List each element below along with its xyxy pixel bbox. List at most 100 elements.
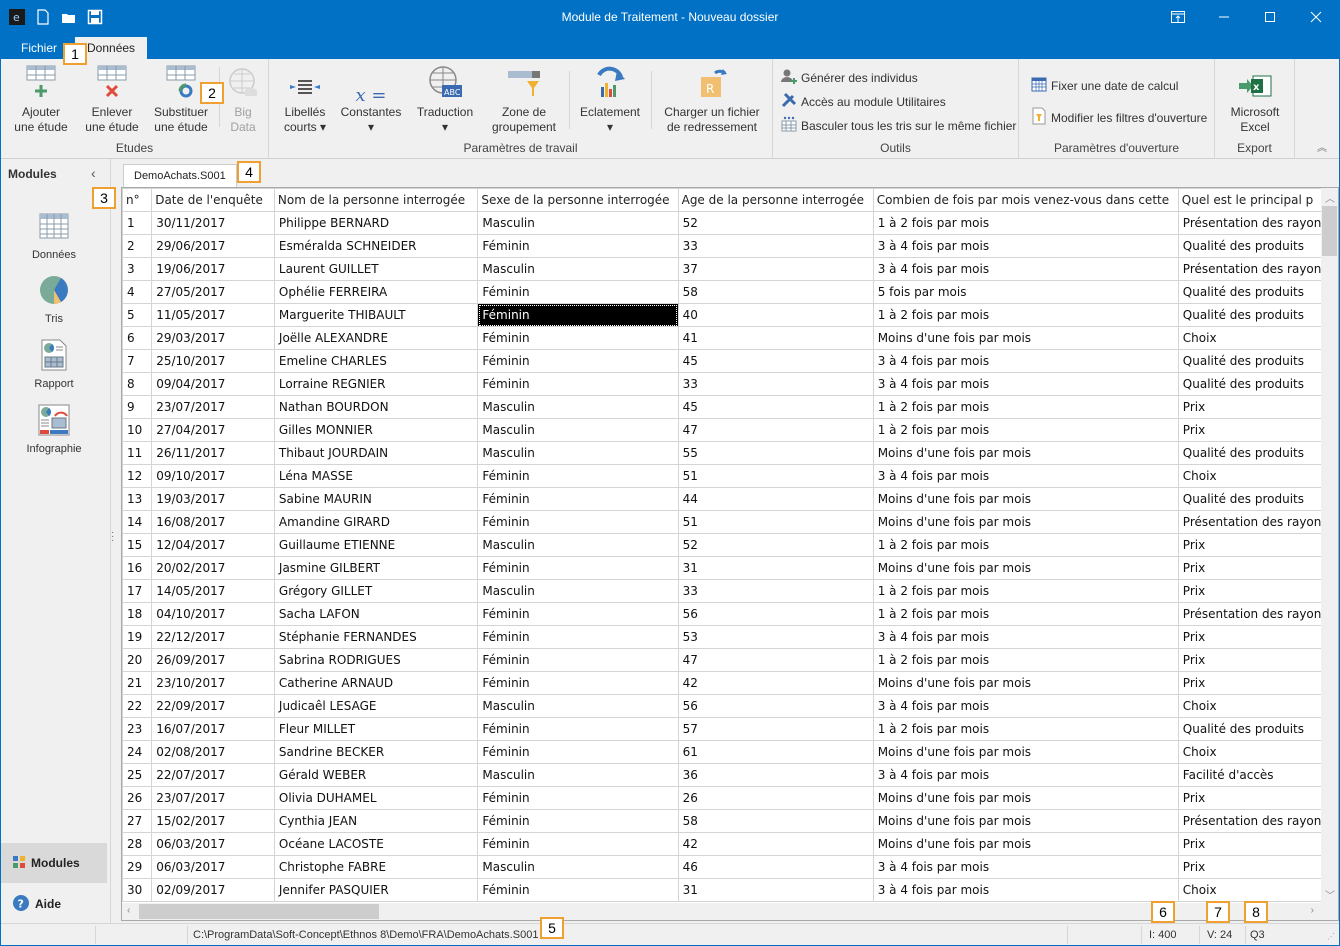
row-number-cell[interactable]: 13 <box>122 487 153 511</box>
horizontal-scroll-thumb[interactable] <box>139 904 379 919</box>
row-number-cell[interactable]: 30 <box>122 878 153 902</box>
row-number-cell[interactable]: 8 <box>122 372 153 396</box>
row-number-cell[interactable]: 28 <box>122 832 153 856</box>
table-row[interactable]: 20 26/09/2017 Sabrina RODRIGUES Féminin 47 1 … <box>122 648 1338 672</box>
table-cell[interactable]: 14/05/2017 <box>151 579 275 603</box>
table-cell[interactable]: Masculin <box>477 579 679 603</box>
table-cell[interactable]: Moins d'une fois par mois <box>872 671 1179 695</box>
table-cell[interactable]: 3 à 4 fois par mois <box>872 372 1179 396</box>
table-cell[interactable]: 23/10/2017 <box>151 671 275 695</box>
row-number-cell[interactable]: 12 <box>122 464 153 488</box>
table-cell[interactable]: 3 à 4 fois par mois <box>872 257 1179 281</box>
table-cell[interactable]: Féminin <box>477 326 679 350</box>
table-cell[interactable]: 44 <box>677 487 874 511</box>
vertical-scrollbar[interactable]: ︿ ﹀ <box>1321 188 1338 904</box>
excel-export-button[interactable]: x Microsoft Excel <box>1223 65 1287 135</box>
table-cell[interactable]: Amandine GIRARD <box>273 510 479 534</box>
table-cell[interactable]: Sabrina RODRIGUES <box>273 648 479 672</box>
big-data-button[interactable]: Big Data <box>223 65 263 135</box>
row-number-cell[interactable]: 4 <box>122 280 153 304</box>
row-number-cell[interactable]: 10 <box>122 418 153 442</box>
table-row[interactable]: 9 23/07/2017 Nathan BOURDON Masculin 45 1 à 2… <box>122 395 1338 419</box>
scroll-right-icon[interactable]: › <box>1311 905 1314 916</box>
table-row[interactable]: 16 20/02/2017 Jasmine GILBERT Féminin 31 Moin… <box>122 556 1338 580</box>
table-cell[interactable]: 25/10/2017 <box>151 349 275 373</box>
table-row[interactable]: 14 16/08/2017 Amandine GIRARD Féminin 51 Moin… <box>122 510 1338 534</box>
row-number-cell[interactable]: 18 <box>122 602 153 626</box>
table-cell[interactable]: 55 <box>677 441 874 465</box>
table-row[interactable]: 15 12/04/2017 Guillaume ETIENNE Masculin 52 1… <box>122 533 1338 557</box>
table-cell[interactable]: 15/02/2017 <box>151 809 275 833</box>
table-cell[interactable]: 51 <box>677 464 874 488</box>
table-row[interactable]: 7 25/10/2017 Emeline CHARLES Féminin 45 3 à 4… <box>122 349 1338 373</box>
column-header[interactable]: Age de la personne interrogée <box>677 188 874 212</box>
table-cell[interactable]: Moins d'une fois par mois <box>872 809 1179 833</box>
row-number-cell[interactable]: 29 <box>122 855 153 879</box>
table-cell[interactable]: Emeline CHARLES <box>273 349 479 373</box>
table-cell[interactable]: Féminin <box>477 349 679 373</box>
row-number-cell[interactable]: 16 <box>122 556 153 580</box>
row-number-cell[interactable]: 21 <box>122 671 153 695</box>
row-number-cell[interactable]: 26 <box>122 786 153 810</box>
table-cell[interactable]: Moins d'une fois par mois <box>872 832 1179 856</box>
scroll-up-icon[interactable]: ︿ <box>1325 190 1335 205</box>
table-cell[interactable]: 11/05/2017 <box>151 303 275 327</box>
table-cell[interactable]: Féminin <box>477 487 679 511</box>
table-cell[interactable]: Moins d'une fois par mois <box>872 441 1179 465</box>
table-cell[interactable]: Esméralda SCHNEIDER <box>273 234 479 258</box>
row-number-cell[interactable]: 24 <box>122 740 153 764</box>
row-number-cell[interactable]: 1 <box>122 211 153 235</box>
table-row[interactable]: 19 22/12/2017 Stéphanie FERNANDES Féminin 53… <box>122 625 1338 649</box>
table-cell[interactable]: 29/06/2017 <box>151 234 275 258</box>
table-cell[interactable]: 1 à 2 fois par mois <box>872 211 1179 235</box>
table-cell[interactable]: Choix <box>1177 326 1338 350</box>
table-row[interactable]: 12 09/10/2017 Léna MASSE Féminin 51 3 à 4 foi… <box>122 464 1338 488</box>
table-cell[interactable]: 3 à 4 fois par mois <box>872 855 1179 879</box>
table-cell[interactable]: 33 <box>677 579 874 603</box>
table-row[interactable]: 11 26/11/2017 Thibaut JOURDAIN Masculin 55 Mo… <box>122 441 1338 465</box>
table-cell[interactable]: Prix <box>1177 418 1338 442</box>
table-row[interactable]: 24 02/08/2017 Sandrine BECKER Féminin 61 Moin… <box>122 740 1338 764</box>
minimize-icon[interactable] <box>1201 1 1247 33</box>
row-number-cell[interactable]: 20 <box>122 648 153 672</box>
table-cell[interactable]: Catherine ARNAUD <box>273 671 479 695</box>
table-cell[interactable]: Féminin <box>477 510 679 534</box>
table-cell[interactable]: Gérald WEBER <box>273 763 479 787</box>
table-cell[interactable]: Prix <box>1177 855 1338 879</box>
fixer-date-button[interactable]: Fixer une date de calcul <box>1031 76 1178 95</box>
table-row[interactable]: 23 16/07/2017 Fleur MILLET Féminin 57 1 à 2 f… <box>122 717 1338 741</box>
table-cell[interactable]: Féminin <box>477 234 679 258</box>
splitter-grip[interactable]: · · · <box>111 528 115 546</box>
constantes-button[interactable]: x = Constantes ▾ <box>339 65 403 135</box>
table-cell[interactable]: 04/10/2017 <box>151 602 275 626</box>
table-cell[interactable]: Guillaume ETIENNE <box>273 533 479 557</box>
column-header[interactable]: Date de l'enquête <box>151 188 275 212</box>
eclatement-button[interactable]: Eclatement ▾ <box>575 65 645 135</box>
table-cell[interactable]: 19/03/2017 <box>151 487 275 511</box>
collapse-ribbon-icon[interactable]: ︽ <box>1317 139 1327 154</box>
table-cell[interactable]: Présentation des rayons <box>1177 809 1338 833</box>
sidebar-item-tris[interactable]: Tris <box>1 271 107 325</box>
table-row[interactable]: 27 15/02/2017 Cynthia JEAN Féminin 58 Moins d… <box>122 809 1338 833</box>
table-cell[interactable]: 27/04/2017 <box>151 418 275 442</box>
table-cell[interactable]: Moins d'une fois par mois <box>872 740 1179 764</box>
row-number-cell[interactable]: 27 <box>122 809 153 833</box>
table-cell[interactable]: Philippe BERNARD <box>273 211 479 235</box>
row-number-cell[interactable]: 7 <box>122 349 153 373</box>
row-number-cell[interactable]: 22 <box>122 694 153 718</box>
table-cell[interactable]: Sabine MAURIN <box>273 487 479 511</box>
table-row[interactable]: 1 30/11/2017 Philippe BERNARD Masculin 52 1 à… <box>122 211 1338 235</box>
row-number-cell[interactable]: 14 <box>122 510 153 534</box>
zone-groupement-button[interactable]: Zone de groupement <box>485 65 563 135</box>
maximize-icon[interactable] <box>1247 1 1293 33</box>
table-cell[interactable]: 20/02/2017 <box>151 556 275 580</box>
table-cell[interactable]: Prix <box>1177 786 1338 810</box>
table-cell[interactable]: Masculin <box>477 763 679 787</box>
scroll-down-icon[interactable]: ﹀ <box>1325 887 1335 902</box>
table-cell[interactable]: 3 à 4 fois par mois <box>872 878 1179 902</box>
table-cell[interactable]: 40 <box>677 303 874 327</box>
table-cell[interactable]: 1 à 2 fois par mois <box>872 533 1179 557</box>
table-cell[interactable]: Jennifer PASQUIER <box>273 878 479 902</box>
row-number-cell[interactable]: 9 <box>122 395 153 419</box>
table-cell[interactable]: Prix <box>1177 671 1338 695</box>
